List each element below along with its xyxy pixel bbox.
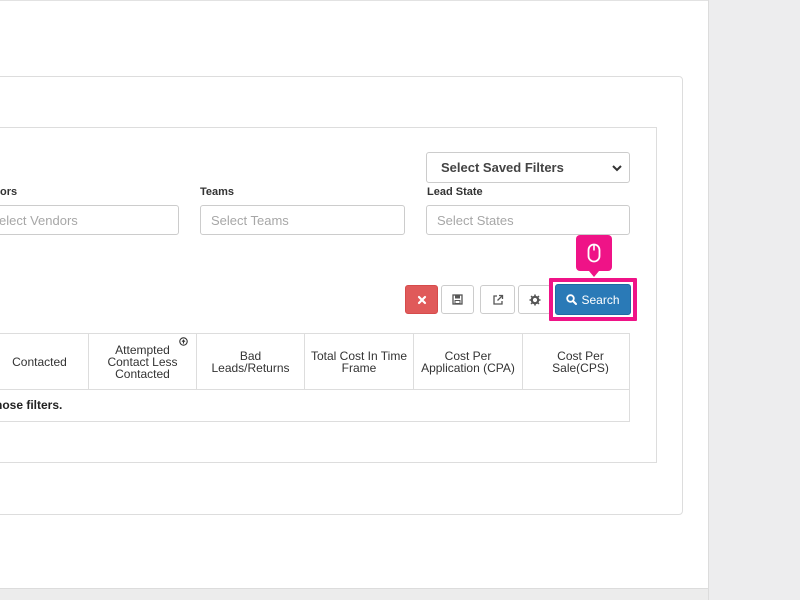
export-button[interactable] — [480, 285, 515, 314]
gear-icon — [529, 294, 540, 305]
column-header-label: Attempted Contact Less Contacted — [107, 342, 178, 381]
settings-button[interactable] — [518, 285, 551, 314]
column-header-label: Total Cost In Time Frame — [310, 348, 408, 375]
column-header-contacted[interactable]: Contacted — [0, 334, 89, 389]
column-header-cpa[interactable]: Cost Per Application (CPA) — [414, 334, 523, 389]
mouse-icon — [587, 243, 601, 263]
sort-up-icon[interactable] — [179, 337, 188, 346]
teams-label: Teams — [200, 186, 235, 198]
column-header-label: Cost Per Application (CPA) — [421, 348, 515, 375]
floppy-disk-icon — [452, 294, 463, 305]
indicator-pointer — [589, 271, 599, 277]
clear-filters-button[interactable] — [405, 285, 438, 314]
lead-state-label: Lead State — [427, 186, 483, 198]
column-header-total-cost[interactable]: Total Cost In Time Frame — [305, 334, 414, 389]
search-icon — [566, 294, 578, 305]
search-button[interactable]: Search — [555, 284, 631, 315]
vendors-placeholder: elect Vendors — [0, 212, 78, 228]
column-header-label: Contacted — [12, 354, 67, 369]
vendors-label: ors — [0, 186, 18, 198]
times-icon — [417, 295, 426, 304]
header-divider — [0, 389, 629, 390]
saved-filters-select[interactable]: Select Saved Filters — [426, 152, 630, 183]
results-table: Contacted Attempted Contact Less Contact… — [0, 333, 630, 422]
search-button-label: Search — [581, 292, 620, 307]
column-header-label: Bad Leads/Returns — [211, 348, 290, 375]
column-header-cps[interactable]: Cost Per Sale(CPS) — [523, 334, 630, 389]
mouse-click-indicator — [576, 235, 612, 277]
horizontal-scrollbar[interactable] — [0, 588, 708, 600]
vendors-input[interactable]: elect Vendors — [0, 205, 179, 235]
saved-filters-select-label: Select Saved Filters — [441, 160, 564, 175]
teams-input[interactable]: Select Teams — [200, 205, 405, 235]
save-filters-button[interactable] — [441, 285, 474, 314]
chevron-down-icon — [612, 165, 622, 172]
lead-state-placeholder: Select States — [437, 212, 514, 228]
right-scroll-area — [708, 0, 800, 600]
column-header-attempted-contact[interactable]: Attempted Contact Less Contacted — [89, 334, 197, 389]
lead-state-input[interactable]: Select States — [426, 205, 630, 235]
top-border — [0, 0, 708, 1]
empty-results-message: those filters. — [0, 398, 63, 412]
column-header-bad-leads[interactable]: Bad Leads/Returns — [197, 334, 305, 389]
external-link-icon — [492, 294, 503, 305]
column-header-label: Cost Per Sale(CPS) — [552, 349, 609, 374]
teams-placeholder: Select Teams — [211, 212, 289, 228]
